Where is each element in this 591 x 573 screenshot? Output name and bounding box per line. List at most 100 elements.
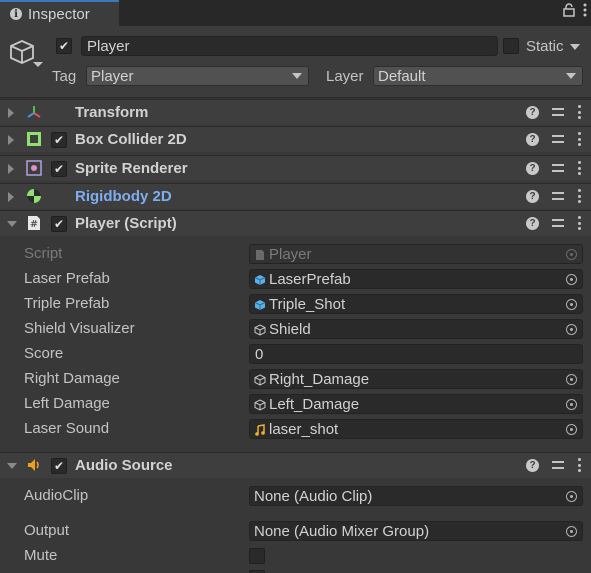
foldout-arrow-icon[interactable]: [8, 192, 14, 202]
help-icon[interactable]: ?: [526, 105, 539, 119]
gameobject-icon: [254, 398, 266, 411]
object-picker-icon[interactable]: [566, 374, 577, 385]
layer-value: Default: [378, 67, 426, 85]
laser-sound-field[interactable]: laser_shot: [249, 419, 583, 439]
audio-clip-field[interactable]: None (Audio Clip): [249, 486, 583, 506]
component-box-collider-2d[interactable]: ✔ Box Collider 2D ?: [0, 126, 591, 152]
tab-icons: [563, 3, 587, 20]
foldout-arrow-icon[interactable]: [7, 463, 17, 469]
component-transform[interactable]: Transform ?: [0, 99, 591, 125]
left-damage-field[interactable]: Left_Damage: [249, 394, 583, 414]
object-name-input[interactable]: Player: [81, 36, 498, 56]
foldout-arrow-icon[interactable]: [7, 221, 17, 227]
component-rigidbody-2d[interactable]: Rigidbody 2D ?: [0, 183, 591, 209]
rigidbody-icon: [26, 188, 42, 204]
component-player-script[interactable]: # ✔ Player (Script) ?: [0, 210, 591, 236]
svg-text:#: #: [30, 219, 38, 230]
help-icon[interactable]: ?: [526, 189, 539, 203]
object-picker-icon[interactable]: [566, 324, 577, 335]
static-checkbox[interactable]: [503, 38, 519, 54]
prop-label: Script: [24, 245, 63, 262]
chevron-down-icon: [292, 73, 302, 79]
layer-dropdown[interactable]: Default: [373, 66, 583, 86]
right-damage-field[interactable]: Right_Damage: [249, 369, 583, 389]
prefab-icon: [254, 273, 266, 285]
enabled-checkbox[interactable]: ✔: [51, 216, 67, 232]
component-name: Transform: [75, 104, 149, 121]
enabled-checkbox[interactable]: ✔: [51, 161, 67, 177]
object-picker-icon[interactable]: [566, 491, 577, 502]
prop-label: Left Damage: [24, 395, 110, 412]
tag-dropdown[interactable]: Player: [86, 66, 309, 86]
help-icon[interactable]: ?: [526, 161, 539, 175]
prop-label: Shield Visualizer: [24, 320, 135, 337]
component-name: Sprite Renderer: [75, 160, 188, 177]
preset-icon[interactable]: [551, 161, 565, 175]
gameobject-icon: [254, 373, 266, 386]
script-field: Player: [249, 244, 583, 264]
object-picker-icon[interactable]: [566, 299, 577, 310]
component-name: Audio Source: [75, 457, 173, 474]
transform-icon: [26, 104, 42, 120]
laser-prefab-field[interactable]: LaserPrefab: [249, 269, 583, 289]
tab-inspector[interactable]: i Inspector: [0, 0, 119, 26]
score-input[interactable]: 0: [249, 344, 583, 364]
kebab-menu-icon[interactable]: [577, 458, 581, 472]
static-label: Static: [526, 38, 564, 55]
kebab-menu-icon[interactable]: [577, 105, 581, 119]
audio-source-icon: [26, 457, 42, 473]
lock-icon[interactable]: [563, 3, 575, 20]
active-checkbox[interactable]: ✔: [56, 38, 72, 54]
prop-label: Laser Prefab: [24, 270, 110, 287]
preset-icon[interactable]: [551, 132, 565, 146]
object-picker-icon: [566, 249, 577, 260]
kebab-menu-icon[interactable]: [577, 216, 581, 230]
object-picker-icon[interactable]: [566, 399, 577, 410]
enabled-checkbox[interactable]: ✔: [51, 458, 67, 474]
preset-icon[interactable]: [551, 105, 565, 119]
tag-label: Tag: [52, 68, 77, 85]
info-icon: i: [10, 8, 22, 20]
prop-label: AudioClip: [24, 487, 89, 504]
kebab-menu-icon[interactable]: [577, 132, 581, 146]
component-name[interactable]: Rigidbody 2D: [75, 188, 172, 205]
help-icon[interactable]: ?: [526, 132, 539, 146]
foldout-arrow-icon[interactable]: [8, 135, 14, 145]
object-picker-icon[interactable]: [566, 424, 577, 435]
kebab-menu-icon[interactable]: [577, 161, 581, 175]
component-audio-source[interactable]: ✔ Audio Source ?: [0, 452, 591, 478]
help-icon[interactable]: ?: [526, 216, 539, 230]
shield-visualizer-field[interactable]: Shield: [249, 319, 583, 339]
prop-label: Mute: [24, 547, 58, 564]
kebab-menu-icon[interactable]: [577, 189, 581, 203]
prop-label: Triple Prefab: [24, 295, 110, 312]
help-icon[interactable]: ?: [526, 458, 539, 472]
component-name: Player (Script): [75, 215, 177, 232]
prefab-icon: [254, 298, 266, 310]
sprite-renderer-icon: [26, 160, 42, 176]
mute-checkbox[interactable]: [249, 548, 265, 564]
script-icon: [254, 248, 266, 260]
kebab-menu-icon[interactable]: [583, 3, 587, 20]
object-picker-icon[interactable]: [566, 526, 577, 537]
component-name: Box Collider 2D: [75, 131, 187, 148]
tag-value: Player: [91, 67, 134, 85]
preset-icon[interactable]: [551, 189, 565, 203]
icon-dropdown-arrow-icon[interactable]: [33, 62, 43, 67]
box-collider-icon: [26, 131, 42, 147]
object-picker-icon[interactable]: [566, 274, 577, 285]
static-dropdown-arrow-icon[interactable]: [570, 44, 580, 50]
component-sprite-renderer[interactable]: ✔ Sprite Renderer ?: [0, 155, 591, 181]
gameobject-icon[interactable]: [8, 38, 36, 70]
enabled-checkbox[interactable]: ✔: [51, 132, 67, 148]
preset-icon[interactable]: [551, 216, 565, 230]
output-field[interactable]: None (Audio Mixer Group): [249, 521, 583, 541]
chevron-down-icon: [566, 73, 576, 79]
triple-prefab-field[interactable]: Triple_Shot: [249, 294, 583, 314]
layer-label: Layer: [326, 68, 364, 85]
prop-label: Right Damage: [24, 370, 120, 387]
foldout-arrow-icon[interactable]: [8, 164, 14, 174]
foldout-arrow-icon[interactable]: [8, 108, 14, 118]
script-icon: #: [26, 215, 42, 231]
preset-icon[interactable]: [551, 458, 565, 472]
